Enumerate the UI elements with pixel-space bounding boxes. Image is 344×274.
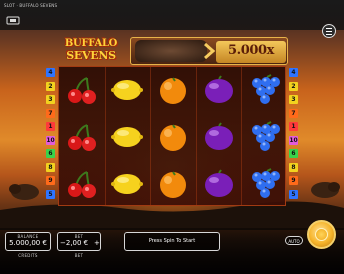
grapes-icon <box>247 73 281 107</box>
payline-indicator: 4 <box>289 68 298 77</box>
payline-indicator: 8 <box>46 162 55 172</box>
bet-minus-button[interactable]: − <box>60 239 66 247</box>
payline-indicator: 5 <box>46 189 55 199</box>
plum-icon <box>202 120 236 154</box>
plum-icon <box>202 73 236 107</box>
lemon-icon <box>110 167 144 201</box>
payline-indicator: 1 <box>46 122 55 131</box>
game-screen: SLOT · BUFFALO SEVENS BUFFALO SEVENS 5.0… <box>0 0 344 274</box>
bet-sublabel: BET <box>74 253 84 258</box>
payline-indicator: 6 <box>289 149 298 158</box>
payline-indicator: 9 <box>46 176 55 185</box>
bet-control: BET 2,00 € − + <box>57 232 101 251</box>
reel-grid <box>58 66 286 206</box>
payline-indicator: 3 <box>289 95 298 104</box>
balance-display: BALANCE 5.000,00 € <box>5 232 51 251</box>
spin-button-icon <box>315 228 328 241</box>
menu-button[interactable] <box>322 24 336 38</box>
game-logo: BUFFALO SEVENS <box>62 38 120 66</box>
window-title: SLOT · BUFFALO SEVENS <box>4 3 58 8</box>
orange-icon <box>156 167 190 201</box>
reel-separator <box>150 67 152 205</box>
payline-indicator: 10 <box>289 135 298 145</box>
menu-line <box>326 34 332 35</box>
plum-icon <box>202 167 236 201</box>
cherry-icon <box>65 120 99 154</box>
buffalo-head-image <box>135 40 207 62</box>
grapes-icon <box>247 167 281 201</box>
orange-icon <box>156 73 190 107</box>
payline-indicator: 2 <box>289 81 298 91</box>
logo-line-2: SEVENS <box>66 49 116 62</box>
lemon-icon <box>110 120 144 154</box>
bet-plus-button[interactable]: + <box>94 239 100 247</box>
logo-line-1: BUFFALO <box>64 38 118 49</box>
cherry-icon <box>65 167 99 201</box>
payline-indicator: 2 <box>46 81 55 91</box>
grapes-icon <box>247 120 281 154</box>
reel-separator <box>104 67 106 205</box>
multiplier-banner: 5.000x <box>130 37 288 65</box>
reel-separator <box>241 67 243 205</box>
payline-indicator: 7 <box>46 108 55 118</box>
lemon-icon <box>110 73 144 107</box>
payline-indicator: 5 <box>289 189 298 199</box>
payline-indicator: 10 <box>46 135 55 145</box>
balance-sublabel: CREDITS <box>18 253 38 258</box>
menu-line <box>326 31 332 32</box>
payline-indicator: 8 <box>289 162 298 172</box>
spin-button[interactable] <box>307 220 336 249</box>
max-multiplier: 5.000x <box>227 43 275 58</box>
payline-indicator: 9 <box>289 176 298 185</box>
payline-indicator: 4 <box>46 68 55 77</box>
orange-icon <box>156 120 190 154</box>
status-message: Press Spin To Start <box>148 238 196 244</box>
payline-indicator: 7 <box>289 108 298 118</box>
cherry-icon <box>65 73 99 107</box>
autoplay-button[interactable]: AUTO <box>285 236 303 245</box>
payline-indicator: 1 <box>289 122 298 131</box>
payline-indicator: 3 <box>46 95 55 104</box>
home-icon[interactable] <box>6 15 20 25</box>
reel-separator <box>195 67 197 205</box>
top-bar: SLOT · BUFFALO SEVENS <box>0 0 344 30</box>
balance-value: 5.000,00 € <box>9 239 47 247</box>
message-box: Press Spin To Start <box>124 232 220 251</box>
payline-indicator: 6 <box>46 149 55 158</box>
menu-line <box>326 28 332 29</box>
